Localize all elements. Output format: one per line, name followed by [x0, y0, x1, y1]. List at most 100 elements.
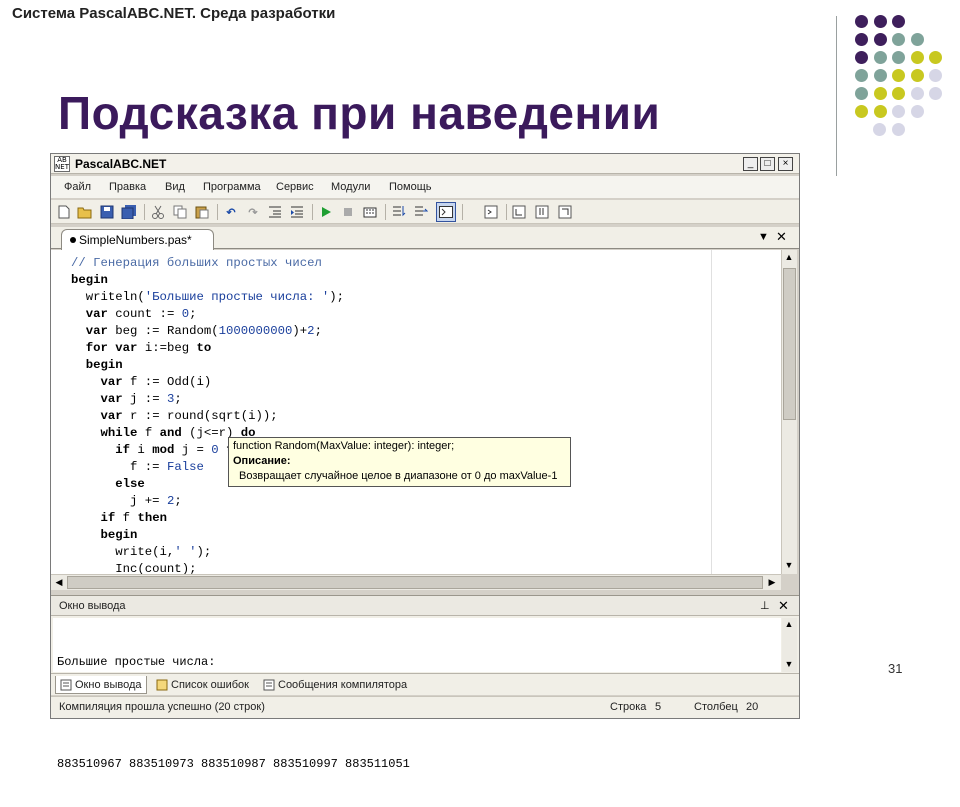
output-window-icon: [60, 679, 72, 690]
scroll-right-icon[interactable]: ▶: [765, 577, 779, 588]
status-message: Компиляция прошла успешно (20 строк): [59, 701, 265, 713]
new-file-icon[interactable]: [56, 204, 72, 220]
close-tab-icon[interactable]: ✕: [776, 229, 787, 245]
editor-horizontal-scrollbar[interactable]: ◀ ▶: [51, 574, 781, 590]
cut-icon[interactable]: [150, 204, 166, 220]
output-scroll-down-icon[interactable]: ▼: [782, 659, 796, 669]
maximize-button[interactable]: □: [760, 157, 775, 171]
decor-dot: [892, 33, 905, 46]
menu-modules[interactable]: Модули: [331, 181, 370, 193]
toolbar: ↶ ↷: [51, 200, 799, 224]
code-editor[interactable]: // Генерация больших простых чисел begin …: [51, 250, 781, 574]
menu-help[interactable]: Помощь: [389, 181, 432, 193]
close-output-icon[interactable]: ✕: [778, 598, 789, 614]
scroll-left-icon[interactable]: ◀: [52, 577, 66, 588]
decor-dot: [929, 51, 942, 64]
decor-dot: [910, 87, 924, 100]
menu-file[interactable]: Файл: [64, 181, 91, 193]
code-line: writeln('Большие простые числа: ');: [71, 290, 345, 304]
copy-icon[interactable]: [172, 204, 188, 220]
code-line: begin: [85, 358, 123, 372]
minimize-button[interactable]: _: [743, 157, 758, 171]
decor-dot: [873, 33, 887, 46]
format-icon[interactable]: [483, 204, 499, 220]
tab-simplenumbers[interactable]: SimpleNumbers.pas*: [61, 229, 214, 250]
tab-output-label: Окно вывода: [75, 678, 142, 691]
decor-dot: [855, 33, 868, 46]
code-line: begin: [71, 273, 108, 287]
code-line: var count := 0;: [85, 307, 197, 321]
output-header: Окно вывода ⊥ ✕: [51, 596, 799, 616]
open-folder-icon[interactable]: [77, 204, 93, 220]
output-panel: Окно вывода ⊥ ✕ Большие простые числа: 8…: [51, 595, 799, 771]
hover-tooltip: function Random(MaxValue: integer): inte…: [228, 437, 571, 487]
outdent-icon[interactable]: [267, 204, 283, 220]
decor-dot: [873, 123, 886, 136]
hscroll-thumb[interactable]: [67, 576, 763, 589]
output-scrollbar[interactable]: ▲ ▼: [782, 618, 797, 672]
app-icon: AB NET: [54, 156, 70, 172]
decor-dot: [873, 51, 887, 64]
tooltip-signature: function Random(MaxValue: integer): inte…: [233, 440, 455, 452]
menu-bar: Файл Правка Вид Программа Сервис Модули …: [51, 176, 799, 198]
menu-view[interactable]: Вид: [165, 181, 185, 193]
decor-dot: [855, 15, 868, 28]
decor-dot: [929, 69, 942, 82]
step-into-icon[interactable]: [391, 204, 407, 220]
tab-compiler[interactable]: Сообщения компилятора: [259, 676, 411, 694]
modified-dot-icon: [70, 237, 76, 243]
row-value: 5: [655, 701, 662, 713]
decor-dot: [892, 87, 905, 100]
step-over-icon[interactable]: [413, 204, 429, 220]
decor-dot: [892, 51, 905, 64]
save-icon[interactable]: [99, 204, 115, 220]
undo-icon[interactable]: ↶: [223, 204, 239, 220]
menu-program[interactable]: Программа: [203, 181, 261, 193]
save-all-icon[interactable]: [121, 204, 137, 220]
ide-window: AB NET PascalABC.NET _ □ × Файл Правка Ви…: [50, 153, 800, 771]
debug-step-icon[interactable]: [512, 204, 528, 220]
tab-output[interactable]: Окно вывода: [55, 676, 147, 694]
scroll-down-icon[interactable]: ▼: [782, 560, 796, 570]
paste-icon[interactable]: [194, 204, 210, 220]
menu-service[interactable]: Сервис: [276, 181, 314, 193]
editor-vertical-scrollbar[interactable]: ▲ ▼: [781, 250, 797, 574]
title-bar: AB NET PascalABC.NET _ □ ×: [51, 154, 799, 174]
decor-dot: [910, 33, 924, 46]
output-line: Большие простые числа:: [57, 655, 216, 669]
tab-errors[interactable]: Список ошибок: [152, 676, 253, 694]
output-title: Окно вывода: [59, 600, 126, 612]
decor-dot: [892, 105, 905, 118]
pin-icon[interactable]: ⊥: [760, 599, 770, 612]
indent-icon[interactable]: [289, 204, 305, 220]
run-icon[interactable]: [318, 204, 334, 220]
tooltip-description: Возвращает случайное целое в диапазоне о…: [239, 470, 558, 482]
code-line: var r := round(sqrt(i));: [100, 409, 278, 423]
scroll-up-icon[interactable]: ▲: [782, 252, 796, 262]
stop-icon[interactable]: [340, 204, 356, 220]
decor-dot: [855, 87, 868, 100]
window-title: PascalABC.NET: [75, 157, 167, 171]
decor-line: [836, 16, 837, 176]
bottom-tab-bar: Окно вывода Список ошибок Сообщения комп…: [51, 673, 799, 695]
close-button[interactable]: ×: [778, 157, 793, 171]
code-line: for var i:=beg to: [85, 341, 212, 355]
compile-icon[interactable]: [362, 204, 378, 220]
menu-edit[interactable]: Правка: [109, 181, 146, 193]
decor-dot: [855, 105, 868, 118]
scroll-thumb[interactable]: [783, 268, 796, 420]
error-list-icon: [156, 679, 168, 691]
tab-errors-label: Список ошибок: [171, 679, 249, 691]
output-text[interactable]: Большие простые числа: 883510907 8835109…: [53, 618, 781, 771]
redo-icon[interactable]: ↷: [245, 204, 261, 220]
output-scroll-up-icon[interactable]: ▲: [782, 619, 796, 629]
code-line: begin: [100, 528, 138, 542]
tab-list-icon[interactable]: ▼: [758, 231, 769, 243]
console-icon[interactable]: [436, 202, 456, 222]
decor-dot: [910, 51, 924, 64]
tooltip-heading: Описание:: [233, 455, 291, 467]
debug-out-icon[interactable]: [558, 204, 574, 220]
decor-dot: [873, 69, 887, 82]
column-value: 20: [746, 701, 759, 713]
debug-into-icon[interactable]: [535, 204, 551, 220]
